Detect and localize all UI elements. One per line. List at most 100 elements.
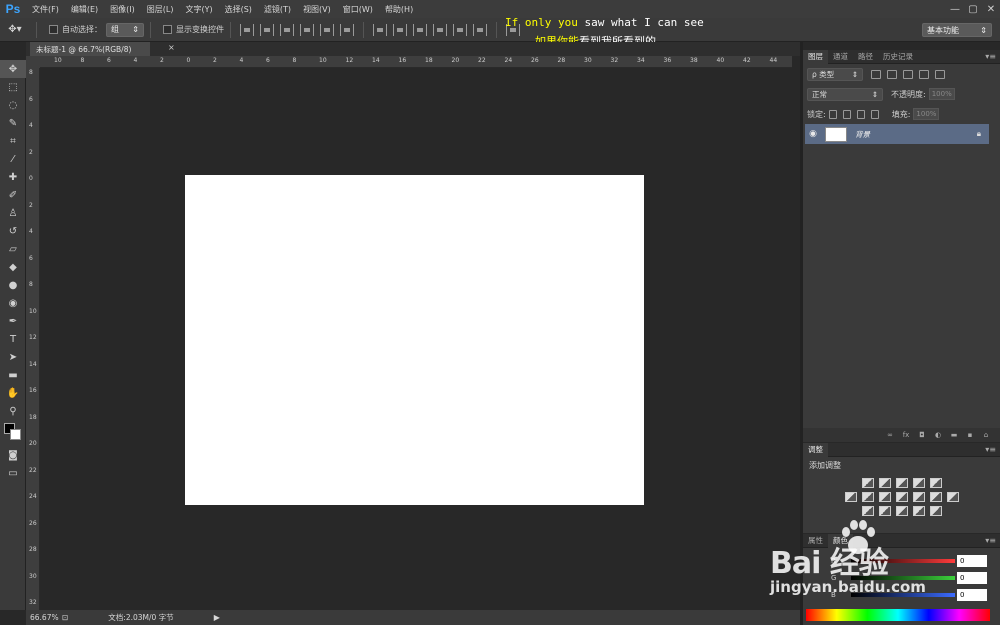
screen-mode-icon[interactable]: ▭ <box>0 464 26 482</box>
blur-tool-icon[interactable]: ● <box>0 276 26 294</box>
layer-style-icon[interactable]: fx <box>900 431 912 439</box>
layer-row-background[interactable]: ◉ 背景 🔒︎ <box>805 124 989 144</box>
move-tool-preset-icon[interactable]: ✥▾ <box>0 21 30 39</box>
lock-position-icon[interactable] <box>856 109 865 119</box>
menu-help[interactable]: 帮助(H) <box>379 4 419 15</box>
tab-properties[interactable]: 属性 <box>803 534 828 548</box>
filter-adjustment-icon[interactable] <box>887 69 897 79</box>
close-icon[interactable]: ✕ <box>982 0 1000 18</box>
distribute-bottom-icon[interactable] <box>413 23 427 36</box>
menu-type[interactable]: 文字(Y) <box>179 4 218 15</box>
delete-layer-icon[interactable]: ⌂ <box>980 431 992 439</box>
blue-value-input[interactable]: 0 <box>957 589 987 601</box>
distribute-vcenter-icon[interactable] <box>393 23 407 36</box>
align-hcenter-icon[interactable] <box>320 23 334 36</box>
align-top-icon[interactable] <box>240 23 254 36</box>
layer-mask-icon[interactable]: ◘ <box>916 431 928 439</box>
new-group-icon[interactable]: ▬ <box>948 431 960 439</box>
type-tool-icon[interactable]: T <box>0 330 26 348</box>
distribute-top-icon[interactable] <box>373 23 387 36</box>
pen-tool-icon[interactable]: ✒ <box>0 312 26 330</box>
menu-layer[interactable]: 图层(L) <box>141 4 180 15</box>
opacity-input[interactable]: 100% <box>928 88 955 100</box>
tab-color[interactable]: 颜色 <box>828 533 853 548</box>
selective-color-icon[interactable] <box>929 506 942 516</box>
threshold-icon[interactable] <box>895 506 908 516</box>
history-brush-tool-icon[interactable]: ↺ <box>0 222 26 240</box>
menu-view[interactable]: 视图(V) <box>297 4 337 15</box>
canvas-workspace[interactable] <box>40 68 800 610</box>
zoom-level[interactable]: 66.67% <box>26 613 62 622</box>
green-slider[interactable] <box>851 576 955 580</box>
minimize-icon[interactable]: — <box>946 0 964 18</box>
lock-pixels-icon[interactable] <box>842 109 851 119</box>
crop-tool-icon[interactable]: ⌗ <box>0 132 26 150</box>
eraser-tool-icon[interactable]: ▱ <box>0 240 26 258</box>
green-value-input[interactable]: 0 <box>957 572 987 584</box>
color-spectrum-bar[interactable] <box>806 609 990 621</box>
dodge-tool-icon[interactable]: ◉ <box>0 294 26 312</box>
panel-menu-icon[interactable]: ▾≡ <box>985 52 996 61</box>
horizontal-ruler[interactable]: 10 8 6 4 2 0 2 4 6 8 10 12 14 16 18 20 22 24 26 28 30 32 34 36 3… <box>40 56 792 68</box>
filter-pixel-icon[interactable] <box>871 69 881 79</box>
curves-icon[interactable] <box>895 478 908 488</box>
background-color-swatch[interactable] <box>10 429 21 440</box>
document-canvas[interactable] <box>185 175 644 505</box>
vertical-ruler[interactable]: 8 6 4 2 0 2 4 6 8 10 12 14 16 18 20 22 24 26 28 30 32 <box>26 68 40 610</box>
menu-image[interactable]: 图像(I) <box>104 4 141 15</box>
status-view-icon[interactable]: ⊡ <box>62 613 68 622</box>
color-balance-icon[interactable] <box>861 492 874 502</box>
hue-saturation-icon[interactable] <box>844 492 857 502</box>
hand-tool-icon[interactable]: ✋ <box>0 384 26 402</box>
menu-file[interactable]: 文件(F) <box>26 4 65 15</box>
tab-layers[interactable]: 图层 <box>803 49 828 64</box>
new-layer-icon[interactable]: ▪ <box>964 431 976 439</box>
menu-window[interactable]: 窗口(W) <box>337 4 379 15</box>
exposure-icon[interactable] <box>912 478 925 488</box>
filter-type-icon[interactable] <box>903 69 913 79</box>
vibrance-icon[interactable] <box>929 478 942 488</box>
menu-edit[interactable]: 编辑(E) <box>65 4 104 15</box>
close-icon[interactable]: × <box>168 43 175 52</box>
status-menu-arrow[interactable]: ▶ <box>214 613 220 622</box>
align-vcenter-icon[interactable] <box>260 23 274 36</box>
gradient-map-icon[interactable] <box>912 506 925 516</box>
layer-filter-dropdown[interactable]: ρ 类型 ⇕ <box>807 67 863 81</box>
ruler-corner[interactable] <box>26 56 40 68</box>
marquee-tool-icon[interactable]: ⬚ <box>0 78 26 96</box>
zoom-tool-icon[interactable]: ⚲ <box>0 402 26 420</box>
black-white-icon[interactable] <box>878 492 891 502</box>
levels-icon[interactable] <box>878 478 891 488</box>
rectangle-tool-icon[interactable]: ▬ <box>0 366 26 384</box>
maximize-icon[interactable]: ▢ <box>964 0 982 18</box>
align-right-icon[interactable] <box>340 23 354 36</box>
auto-select-dropdown[interactable]: 组 ⇕ <box>106 22 144 37</box>
color-swatches[interactable] <box>0 420 26 446</box>
move-tool-icon[interactable]: ✥ <box>0 60 26 78</box>
distribute-right-icon[interactable] <box>473 23 487 36</box>
red-slider[interactable] <box>851 559 955 563</box>
panel-menu-icon[interactable]: ▾≡ <box>985 536 996 545</box>
blue-slider[interactable] <box>851 593 955 597</box>
lock-transparent-icon[interactable] <box>828 109 837 119</box>
panel-menu-icon[interactable]: ▾≡ <box>985 445 996 454</box>
document-tab[interactable]: 未标题-1 @ 66.7%(RGB/8) <box>30 42 150 56</box>
invert-icon[interactable] <box>861 506 874 516</box>
eyedropper-tool-icon[interactable]: ⁄ <box>0 150 26 168</box>
layer-name[interactable]: 背景 <box>855 129 870 140</box>
distribute-left-icon[interactable] <box>433 23 447 36</box>
adjustment-layer-icon[interactable]: ◐ <box>932 431 944 439</box>
tab-adjustments[interactable]: 调整 <box>803 442 828 457</box>
grid-icon[interactable] <box>946 492 959 502</box>
brightness-contrast-icon[interactable] <box>861 478 874 488</box>
healing-brush-tool-icon[interactable]: ✚ <box>0 168 26 186</box>
brush-tool-icon[interactable]: ✐ <box>0 186 26 204</box>
filter-shape-icon[interactable] <box>919 69 929 79</box>
path-select-tool-icon[interactable]: ➤ <box>0 348 26 366</box>
quick-select-tool-icon[interactable]: ✎ <box>0 114 26 132</box>
menu-select[interactable]: 选择(S) <box>219 4 258 15</box>
paint-bucket-tool-icon[interactable]: ◆ <box>0 258 26 276</box>
align-left-icon[interactable] <box>300 23 314 36</box>
blend-mode-dropdown[interactable]: 正常 ⇕ <box>807 87 883 101</box>
lasso-tool-icon[interactable]: ◌ <box>0 96 26 114</box>
